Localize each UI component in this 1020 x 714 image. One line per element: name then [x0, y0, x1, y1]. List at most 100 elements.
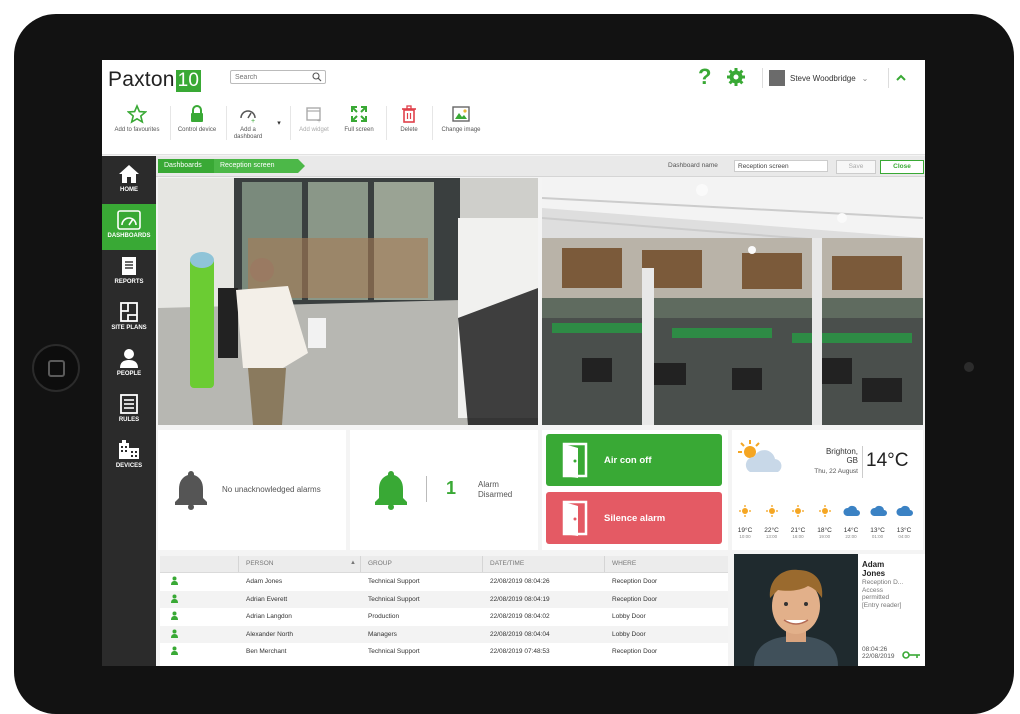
column-divider	[360, 556, 361, 572]
add-widget-button[interactable]: + Add widget	[294, 104, 334, 134]
home-icon	[119, 165, 139, 183]
forecast-item: 19°C 10:00	[734, 527, 756, 540]
app-header: Paxton10 ? Steve Woodbridge ⌄	[102, 60, 925, 98]
camera-feed-office[interactable]	[542, 178, 923, 425]
person-event-clock: 08:04:26	[862, 646, 888, 653]
user-name: Steve Woodbridge	[790, 73, 856, 83]
add-to-favourites-button[interactable]: Add to favourites	[106, 104, 168, 134]
app-screen: Paxton10 ? Steve Woodbridge ⌄ Add to fav…	[102, 60, 925, 666]
chevron-up-icon	[896, 74, 906, 81]
events-table: PERSON ▲ GROUP DATE/TIME WHERE Adam Jone…	[160, 556, 728, 666]
weather-city: Brighton,	[825, 447, 858, 456]
sort-up-icon[interactable]: ▲	[350, 560, 356, 566]
alarm-status-text: Alarm Disarmed	[478, 480, 512, 500]
sidebar-item-site-plans[interactable]: SITE PLANS	[102, 296, 156, 342]
sidebar-item-home[interactable]: HOME	[102, 158, 156, 204]
toolbar-divider	[170, 106, 171, 140]
cell-datetime: 22/08/2019 07:48:53	[490, 648, 550, 655]
forecast-time: 16:00	[792, 534, 804, 539]
full-screen-label: Full screen	[344, 127, 374, 133]
weather-temperature: 14°C	[866, 450, 909, 471]
rules-icon	[120, 394, 138, 414]
table-row[interactable]: Adrian Everett Technical Support 22/08/201…	[160, 590, 728, 608]
cell-group: Production	[368, 613, 400, 620]
dashboard-name-input[interactable]	[734, 160, 828, 172]
person-first-name: Adam	[862, 560, 885, 569]
forecast-temp: 13°C	[896, 527, 912, 534]
alarm-line-2: Disarmed	[478, 490, 513, 499]
tablet-home-button[interactable]	[32, 344, 80, 392]
forecast-item: 13°C 04:00	[893, 527, 915, 540]
add-dashboard-label-1: Add a	[240, 127, 256, 133]
search-input[interactable]	[235, 71, 311, 83]
cell-person: Alexander North	[246, 630, 293, 638]
toolbar-divider	[386, 106, 387, 140]
search-box[interactable]	[230, 70, 326, 84]
sidebar-item-rules[interactable]: RULES	[102, 388, 156, 434]
forecast-temp: 14°C	[843, 527, 859, 534]
forecast-item: 13°C 01:00	[867, 527, 889, 540]
gear-icon[interactable]	[726, 67, 746, 87]
alarm-status-widget[interactable]: 1 Alarm Disarmed	[350, 430, 538, 550]
control-device-button[interactable]: Control device	[172, 104, 222, 134]
svg-text:+: +	[317, 118, 321, 124]
add-dashboard-label-2: dashboard	[233, 134, 263, 140]
column-person[interactable]: PERSON	[246, 560, 273, 567]
sidebar-item-people[interactable]: PEOPLE	[102, 342, 156, 388]
sidebar-item-reports[interactable]: REPORTS	[102, 250, 156, 296]
change-image-button[interactable]: Change image	[436, 104, 486, 134]
search-icon[interactable]	[312, 72, 322, 82]
trash-icon	[402, 105, 416, 123]
collapse-toolbar-button[interactable]	[888, 68, 913, 88]
full-screen-button[interactable]: Full screen	[338, 104, 380, 134]
column-datetime[interactable]: DATE/TIME	[490, 560, 524, 567]
sidebar-item-label: RULES	[118, 417, 140, 423]
help-icon[interactable]: ?	[698, 64, 711, 90]
access-granted-person-icon	[171, 594, 178, 603]
no-alarms-widget[interactable]: No unacknowledged alarms	[158, 430, 346, 550]
logo-number: 10	[175, 70, 202, 92]
sidebar-item-dashboards[interactable]: DASHBOARDS	[102, 204, 156, 250]
table-row[interactable]: Adam Jones Technical Support 22/08/2019 08…	[160, 573, 728, 590]
add-widget-label: Add widget	[299, 127, 329, 133]
access-granted-person-icon	[171, 576, 178, 585]
column-group[interactable]: GROUP	[368, 560, 392, 567]
key-icon	[902, 651, 920, 659]
breadcrumb-reception-screen[interactable]: Reception screen	[214, 159, 298, 173]
dashboard-gauge-icon	[117, 210, 141, 230]
cell-group: Technical Support	[368, 595, 420, 603]
delete-button[interactable]: Delete	[390, 104, 428, 134]
last-event-person-panel[interactable]: Adam Jones Reception D... Access permitte…	[734, 554, 925, 666]
table-row[interactable]: Ben Merchant Technical Support 22/08/2019 …	[160, 643, 728, 660]
air-con-label: Air con off	[604, 455, 652, 466]
person-name: Adam Jones	[862, 560, 918, 578]
table-row[interactable]: Alexander North Managers 22/08/2019 08:04:…	[160, 625, 728, 643]
camera-feed-reception[interactable]	[158, 178, 538, 425]
forecast-temp: 18°C	[817, 527, 832, 534]
add-widget-icon: +	[306, 107, 321, 124]
silence-alarm-button[interactable]: Silence alarm	[546, 492, 722, 544]
column-where[interactable]: WHERE	[612, 560, 636, 567]
sidebar-item-label: HOME	[120, 187, 138, 193]
weather-widget[interactable]: Brighton, GB Thu, 22 August 14°C 19°C 10:0…	[732, 430, 923, 550]
gauge-add-icon: +	[240, 110, 256, 124]
add-dashboard-button[interactable]: + Add a dashboard	[228, 104, 268, 141]
user-menu[interactable]: Steve Woodbridge ⌄	[762, 68, 868, 88]
cell-datetime: 22/08/2019 08:04:19	[490, 595, 550, 603]
person-event-reader: [Entry reader]	[862, 601, 902, 609]
air-con-off-button[interactable]: Air con off	[546, 434, 722, 486]
table-header: PERSON ▲ GROUP DATE/TIME WHERE	[160, 556, 728, 573]
bell-icon	[375, 471, 407, 510]
sun-icon	[818, 505, 831, 517]
person-event-line-3: permitted	[862, 594, 890, 601]
add-dashboard-dropdown-icon[interactable]: ▾	[274, 120, 284, 127]
save-button[interactable]: Save	[836, 160, 876, 174]
breadcrumb-arrow-icon	[206, 159, 213, 173]
table-row[interactable]: Adrian Langdon Production 22/08/2019 08:04…	[160, 608, 728, 625]
close-button[interactable]: Close	[880, 160, 924, 174]
sidebar-item-devices[interactable]: DEVICES	[102, 434, 156, 480]
forecast-temp: 21°C	[790, 527, 806, 534]
forecast-item: 18°C 19:00	[814, 527, 836, 540]
weather-divider	[862, 446, 863, 478]
image-icon	[452, 106, 470, 122]
